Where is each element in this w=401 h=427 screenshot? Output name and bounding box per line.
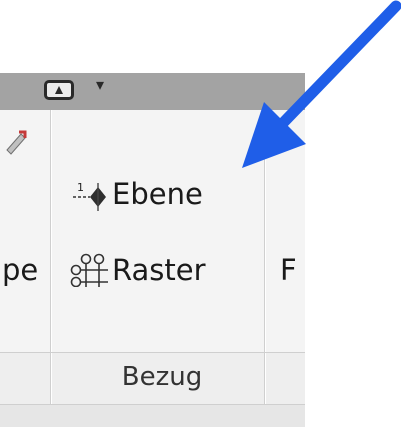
up-triangle-icon (55, 86, 63, 94)
pointer-arrow-icon (242, 0, 401, 168)
ribbon-screenshot: { "ribbon": { "panel": { "title": "Bezug… (0, 0, 401, 427)
ribbon-footer (0, 405, 305, 427)
tool-raster-label: Raster (112, 253, 206, 287)
tool-ebene[interactable]: 1 Ebene (70, 177, 203, 211)
tool-ebene-label: Ebene (112, 177, 203, 211)
expand-panel-button[interactable] (44, 80, 74, 100)
left-panel-tool-label[interactable]: pe (2, 253, 38, 287)
panel-title-bezug[interactable]: Bezug (64, 360, 260, 394)
svg-text:1: 1 (77, 181, 84, 194)
dropdown-arrow-icon[interactable]: ▾ (96, 77, 104, 93)
ribbon-bottom-separator (0, 404, 305, 405)
grid-icon (70, 253, 108, 287)
panel-title-separator (0, 352, 305, 353)
reference-plane-icon: 1 (73, 181, 106, 211)
tool-raster[interactable]: Raster (70, 253, 206, 287)
right-panel-tool-label[interactable]: F (280, 253, 297, 287)
edit-icon[interactable] (3, 128, 27, 156)
panel-divider-left-highlight (51, 110, 52, 405)
